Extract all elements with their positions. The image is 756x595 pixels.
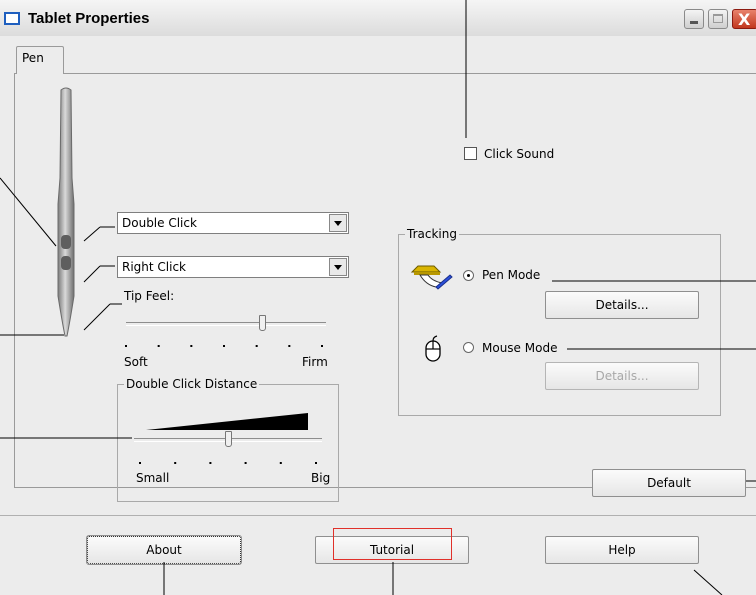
tracking-label: Tracking [405, 227, 459, 241]
double-click-distance-max-label: Big [311, 471, 331, 485]
upper-button-value: Double Click [122, 216, 197, 230]
chevron-down-icon[interactable] [329, 214, 347, 232]
pen-mode-radio[interactable] [463, 270, 474, 281]
pen-mode-details-button[interactable]: Details... [545, 291, 699, 319]
close-button[interactable]: X [732, 9, 756, 29]
tip-feel-max-label: Firm [302, 355, 328, 369]
title-bar[interactable]: Tablet Properties X [0, 0, 756, 37]
help-button[interactable]: Help [545, 536, 699, 564]
tip-feel-slider-track[interactable] [126, 322, 326, 326]
pen-illustration [57, 87, 75, 337]
upper-button-dropdown[interactable]: Double Click [117, 212, 349, 234]
chevron-down-icon[interactable] [329, 258, 347, 276]
window-title: Tablet Properties [28, 10, 150, 27]
lower-button-value: Right Click [122, 260, 187, 274]
pen-side-button-upper [61, 235, 71, 249]
tip-feel-min-label: Soft [124, 355, 148, 369]
minimize-button[interactable] [684, 9, 704, 29]
pen-side-button-lower [61, 256, 71, 270]
click-sound-label[interactable]: Click Sound [484, 147, 554, 161]
double-click-distance-label: Double Click Distance [124, 377, 260, 391]
double-click-distance-slider-thumb[interactable] [225, 431, 232, 447]
mouse-icon [425, 335, 441, 362]
pen-tablet-icon [410, 265, 453, 290]
mouse-mode-radio[interactable] [463, 342, 474, 353]
bottom-divider [0, 515, 756, 516]
click-sound-checkbox[interactable] [464, 147, 477, 160]
default-button[interactable]: Default [592, 469, 746, 497]
tip-feel-slider-thumb[interactable] [259, 315, 266, 331]
pen-mode-label[interactable]: Pen Mode [482, 268, 540, 282]
lower-button-dropdown[interactable]: Right Click [117, 256, 349, 278]
mouse-mode-details-button[interactable]: Details... [545, 362, 699, 390]
app-window-icon [4, 12, 20, 25]
about-button[interactable]: About [86, 535, 242, 565]
tab-pen-label: Pen [22, 51, 44, 65]
tip-feel-label: Tip Feel: [124, 289, 175, 303]
tab-pen[interactable]: Pen [16, 46, 64, 74]
maximize-button[interactable] [708, 9, 728, 29]
double-click-distance-min-label: Small [136, 471, 170, 485]
close-icon: X [738, 10, 751, 29]
tutorial-highlight-box [333, 528, 452, 560]
tablet-properties-window: Tablet Properties X Pen Double Click Rig… [0, 0, 756, 595]
mouse-mode-label[interactable]: Mouse Mode [482, 341, 557, 355]
